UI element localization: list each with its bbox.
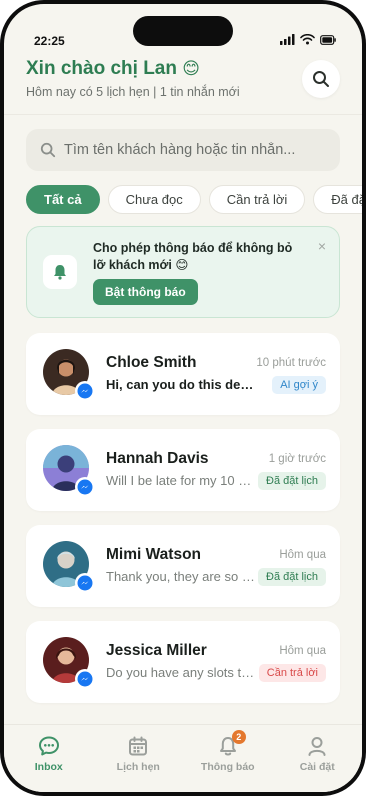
notice-text: Cho phép thông báo để không bỏ lỡ khách … bbox=[93, 241, 293, 272]
bottom-tab-bar: Inbox Lịch hẹn 2 Thông báo Cài đặt bbox=[4, 724, 363, 792]
search-input[interactable] bbox=[64, 142, 324, 158]
bell-icon bbox=[54, 265, 66, 280]
conversation-item[interactable]: Hannah Davis 1 giờ trước Will I be late … bbox=[26, 429, 340, 511]
messenger-icon bbox=[75, 573, 95, 593]
tab-appointments[interactable]: Lịch hẹn bbox=[94, 725, 184, 792]
message-preview: Thank you, they are so nice! bbox=[106, 569, 256, 584]
signal-icon bbox=[280, 34, 295, 45]
conversation-item[interactable]: Jessica Miller Hôm qua Do you have any s… bbox=[26, 621, 340, 703]
contact-name: Hannah Davis bbox=[106, 450, 209, 467]
greeting-title: Xin chào chị Lan 😊 bbox=[26, 58, 340, 80]
notification-count-badge: 2 bbox=[231, 730, 246, 744]
tab-label: Thông báo bbox=[200, 761, 255, 773]
status-bar: 22:25 bbox=[4, 4, 362, 54]
message-time: 10 phút trước bbox=[256, 357, 326, 369]
message-preview: Will I be late for my 10 am? bbox=[106, 473, 256, 488]
tab-label: Cài đặt bbox=[299, 761, 335, 773]
search-bar[interactable] bbox=[26, 129, 340, 171]
tab-notifications[interactable]: 2 Thông báo bbox=[183, 725, 273, 792]
battery-icon bbox=[320, 34, 336, 45]
header: Xin chào chị Lan 😊 Hôm nay có 5 lịch hẹn… bbox=[26, 58, 340, 106]
filter-chip-all[interactable]: Tất cả bbox=[26, 185, 100, 214]
status-time: 22:25 bbox=[34, 34, 65, 48]
tab-label: Lịch hẹn bbox=[116, 761, 160, 773]
notice-icon-box bbox=[43, 255, 77, 289]
search-icon bbox=[313, 71, 329, 87]
messenger-icon bbox=[75, 669, 95, 689]
header-divider bbox=[4, 114, 362, 115]
header-search-button[interactable] bbox=[302, 60, 340, 98]
calendar-icon bbox=[129, 736, 148, 756]
message-preview: Hi, can you do this design? bbox=[106, 377, 256, 392]
greeting-subtitle: Hôm nay có 5 lịch hẹn | 1 tin nhắn mới bbox=[26, 85, 240, 99]
status-badge: Đã đặt lịch bbox=[258, 568, 326, 586]
user-icon bbox=[308, 737, 326, 756]
wifi-icon bbox=[300, 34, 315, 45]
search-icon bbox=[40, 142, 56, 158]
status-badge: AI gợi ý bbox=[272, 376, 326, 394]
contact-name: Jessica Miller bbox=[106, 642, 207, 659]
messenger-icon bbox=[75, 477, 95, 497]
status-badge: Đã đặt lịch bbox=[258, 472, 326, 490]
messenger-icon bbox=[75, 381, 95, 401]
conversation-item[interactable]: Mimi Watson Hôm qua Thank you, they are … bbox=[26, 525, 340, 607]
filter-chip-unread[interactable]: Chưa đọc bbox=[107, 185, 201, 214]
tab-settings[interactable]: Cài đặt bbox=[273, 725, 363, 792]
tab-inbox[interactable]: Inbox bbox=[4, 725, 94, 792]
conversation-list: Chloe Smith 10 phút trước Hi, can you do… bbox=[26, 333, 340, 717]
contact-name: Chloe Smith bbox=[106, 354, 197, 371]
message-time: Hôm qua bbox=[279, 645, 326, 657]
dynamic-island bbox=[133, 16, 233, 46]
message-time: Hôm qua bbox=[279, 549, 326, 561]
phone-frame: 22:25 Xin chào chị Lan 😊 Hôm nay có 5 lị… bbox=[0, 0, 366, 796]
greeting-text: Xin chào chị Lan bbox=[26, 58, 177, 79]
status-icons bbox=[280, 34, 336, 45]
filter-chips: Tất cả Chưa đọc Cần trả lời Đã đặt lịch bbox=[26, 185, 362, 215]
close-icon[interactable]: × bbox=[315, 239, 329, 253]
chat-icon bbox=[38, 736, 59, 756]
notification-permission-banner: Cho phép thông báo để không bỏ lỡ khách … bbox=[26, 226, 340, 318]
greeting-emoji: 😊 bbox=[182, 59, 200, 78]
filter-chip-needs-reply[interactable]: Cần trả lời bbox=[208, 185, 306, 214]
contact-name: Mimi Watson bbox=[106, 546, 202, 563]
message-time: 1 giờ trước bbox=[268, 453, 326, 465]
filter-chip-booked[interactable]: Đã đặt lịch bbox=[313, 185, 362, 214]
enable-notifications-button[interactable]: Bật thông báo bbox=[93, 279, 198, 305]
conversation-item[interactable]: Chloe Smith 10 phút trước Hi, can you do… bbox=[26, 333, 340, 415]
status-badge: Cần trả lời bbox=[258, 664, 326, 682]
tab-label: Inbox bbox=[34, 761, 63, 773]
message-preview: Do you have any slots today? bbox=[106, 665, 256, 680]
